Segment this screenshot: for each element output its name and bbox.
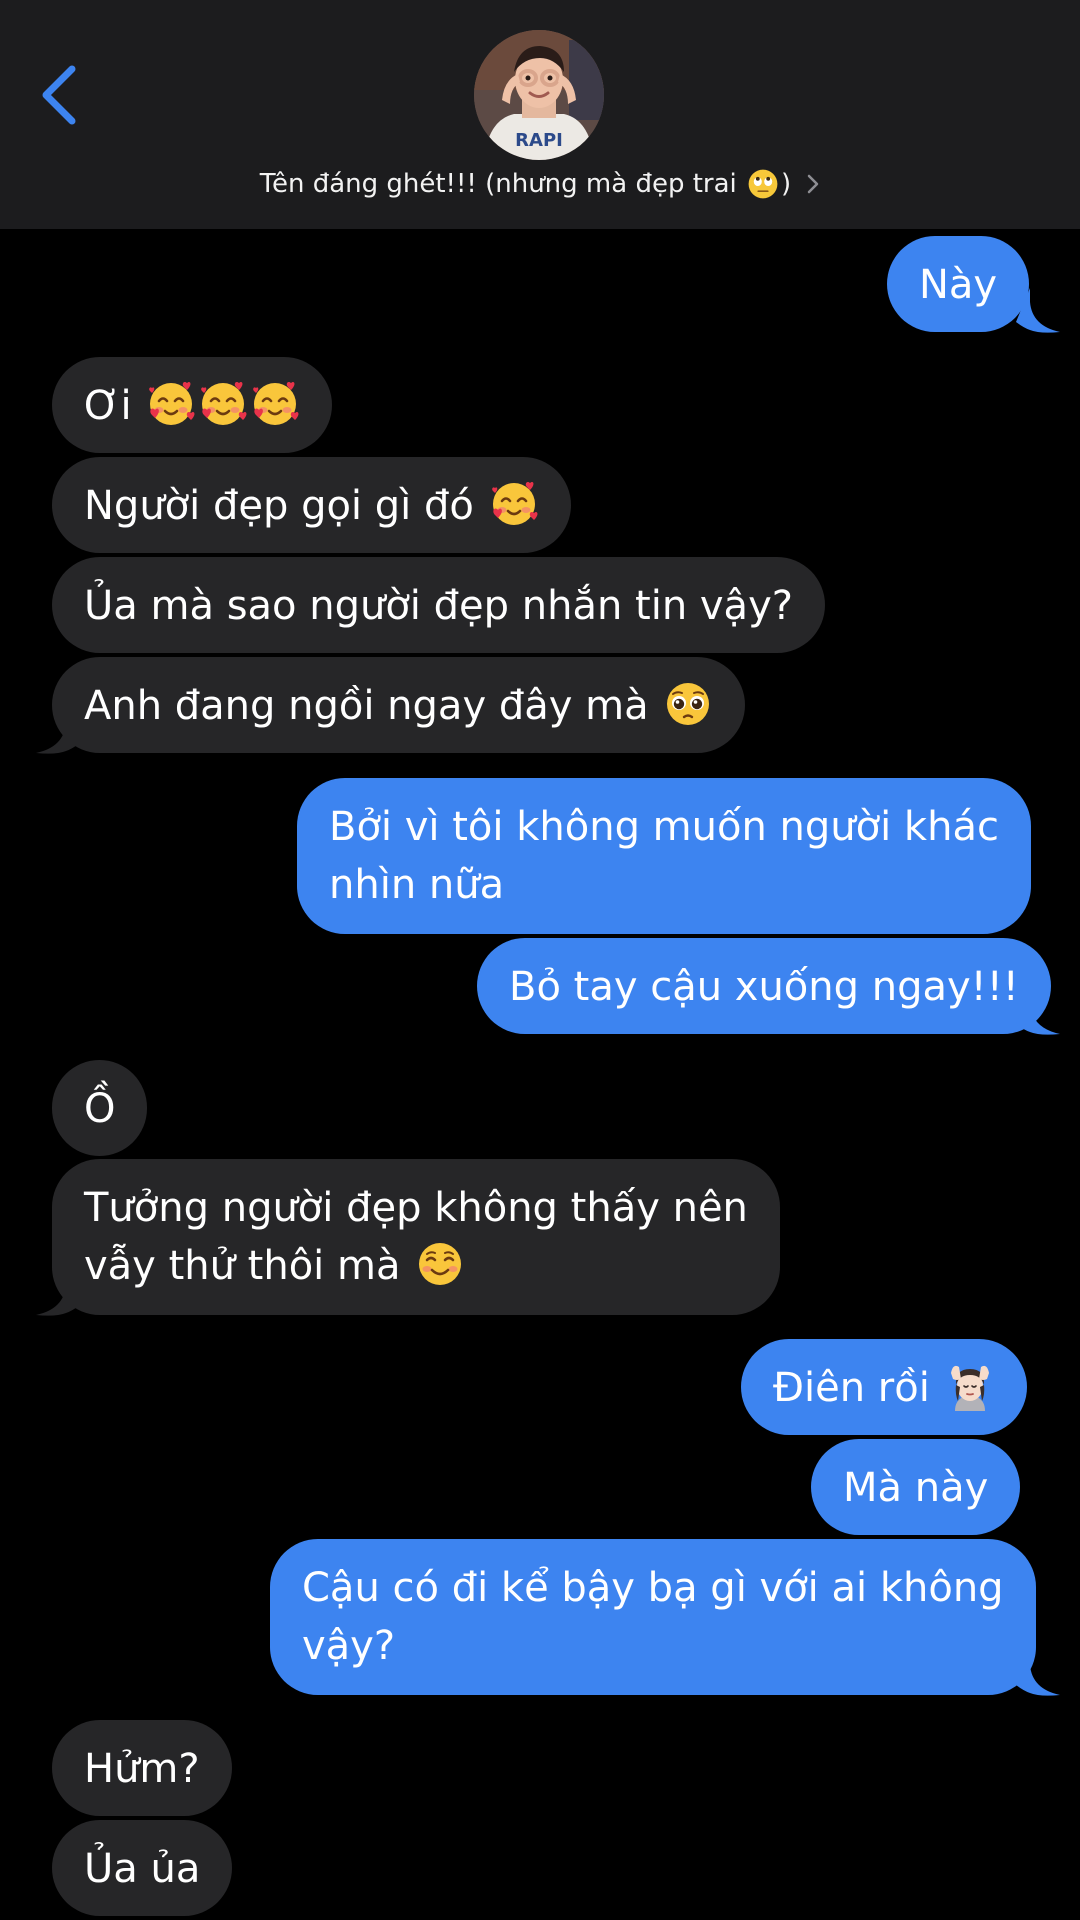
bubble-tail bbox=[36, 709, 80, 754]
pleading-face-icon bbox=[663, 679, 713, 729]
message-bubble-outgoing[interactable]: Cậu có đi kể bậy bạ gì với ai không vậy? bbox=[270, 1539, 1036, 1695]
bubble-tail bbox=[1016, 1651, 1060, 1696]
message-bubble-incoming[interactable]: Ồ bbox=[52, 1060, 148, 1156]
message-text: Điên rồi bbox=[773, 1365, 930, 1411]
message-text-line: Bởi vì tôi không muốn người khác bbox=[329, 804, 999, 850]
bubble-tail bbox=[1016, 990, 1060, 1035]
smiling-face-with-hearts-icon bbox=[489, 479, 539, 529]
smiling-face-with-hearts-icon bbox=[146, 379, 196, 429]
bubble-tail bbox=[36, 1271, 80, 1316]
message-text: Ồ bbox=[84, 1086, 116, 1132]
message-bubble-incoming[interactable]: Ơi bbox=[52, 357, 333, 453]
message-bubble-incoming[interactable]: Hửm? bbox=[52, 1720, 232, 1816]
face-with-rolling-eyes-icon bbox=[748, 169, 778, 199]
message-text: Ủa ủa bbox=[84, 1846, 201, 1892]
message-text-line: nhìn nữa bbox=[329, 862, 505, 908]
message-text-line: vậy? bbox=[302, 1623, 396, 1669]
message-bubble-incoming[interactable]: Ủa ủa bbox=[52, 1820, 233, 1916]
chevron-left-icon bbox=[42, 65, 76, 125]
contact-name-row[interactable]: Tên đáng ghét!!! (nhưng mà đẹp trai ) bbox=[0, 168, 1080, 208]
contact-avatar[interactable]: RAPI bbox=[474, 30, 604, 160]
message-bubble-outgoing[interactable]: Bỏ tay cậu xuống ngay!!! bbox=[477, 938, 1051, 1034]
message-text: Người đẹp gọi gì đó bbox=[84, 483, 474, 529]
back-button[interactable] bbox=[30, 55, 90, 135]
message-bubble-outgoing[interactable]: Mà này bbox=[811, 1439, 1021, 1535]
message-text: Này bbox=[919, 262, 998, 308]
bubble-tail bbox=[1016, 288, 1060, 333]
smiling-face-with-hearts-icon bbox=[250, 379, 300, 429]
message-text: Ơi bbox=[84, 383, 132, 429]
woman-getting-face-massage-icon bbox=[945, 1361, 995, 1411]
message-bubble-outgoing[interactable]: Này bbox=[887, 236, 1030, 332]
message-text: Anh đang ngồi ngay đây mà bbox=[84, 683, 649, 729]
message-bubble-outgoing[interactable]: Điên rồi bbox=[741, 1339, 1027, 1435]
conversation-header: RAPI Tên đáng ghét!!! (nhưng mà đẹp trai… bbox=[0, 0, 1080, 229]
smiling-face-icon bbox=[415, 1239, 465, 1289]
contact-name-close: ) bbox=[781, 169, 792, 199]
avatar-photo: RAPI bbox=[474, 30, 604, 160]
message-bubble-outgoing[interactable]: Bởi vì tôi không muốn người khác nhìn nữ… bbox=[297, 778, 1031, 934]
message-bubble-incoming[interactable]: Người đẹp gọi gì đó bbox=[52, 457, 571, 553]
message-bubble-incoming[interactable]: Tưởng người đẹp không thấy nên vẫy thử t… bbox=[52, 1159, 780, 1315]
chevron-right-icon bbox=[808, 174, 819, 194]
message-text: Mà này bbox=[843, 1465, 989, 1511]
smiling-face-with-hearts-icon bbox=[198, 379, 248, 429]
message-bubble-incoming[interactable]: Anh đang ngồi ngay đây mà bbox=[52, 657, 746, 753]
message-bubble-incoming[interactable]: Ủa mà sao người đẹp nhắn tin vậy? bbox=[52, 557, 825, 653]
contact-name: Tên đáng ghét!!! (nhưng mà đẹp trai bbox=[259, 169, 737, 199]
message-text-line: vẫy thử thôi mà bbox=[84, 1243, 401, 1289]
message-text-line: Tưởng người đẹp không thấy nên bbox=[84, 1185, 748, 1231]
message-text-line: Cậu có đi kể bậy bạ gì với ai không bbox=[302, 1565, 1004, 1611]
message-text: Hửm? bbox=[84, 1746, 200, 1792]
message-text: Bỏ tay cậu xuống ngay!!! bbox=[509, 964, 1019, 1010]
avatar-shirt-text: RAPI bbox=[515, 130, 563, 151]
message-text: Ủa mà sao người đẹp nhắn tin vậy? bbox=[84, 583, 793, 629]
